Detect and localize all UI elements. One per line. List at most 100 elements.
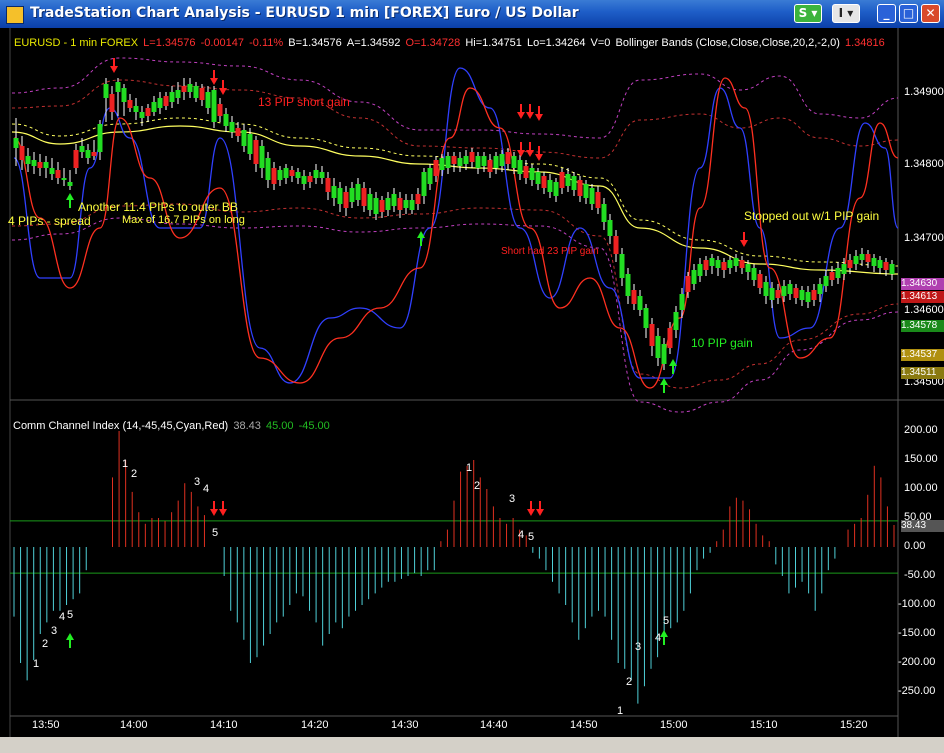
candle-body: [427, 168, 433, 184]
candle-body: [343, 192, 349, 208]
candle-body: [313, 170, 319, 178]
candle-body: [451, 156, 457, 164]
time-tick: 14:10: [210, 719, 238, 731]
annotation-max-long: Max of 16.7 PIPs on long: [122, 214, 245, 226]
high-price: Hi=1.34751: [465, 37, 522, 49]
candle-body: [325, 178, 331, 192]
wave-label: 3: [51, 625, 58, 637]
sell-arrow-head: [210, 509, 218, 516]
wave-label: 4: [59, 611, 66, 623]
cci-upper-level: 45.00: [265, 420, 294, 432]
candle-body: [445, 156, 451, 168]
sell-arrow-head: [527, 509, 535, 516]
sell-arrow-head: [219, 88, 227, 95]
wave-label: 5: [67, 609, 74, 621]
candle-body: [781, 286, 787, 296]
wave-label: 3: [194, 476, 201, 488]
candle-body: [67, 182, 73, 186]
annotation-13pip-short: 13 PIP short gain: [258, 95, 350, 109]
buy-arrow-head: [66, 193, 74, 200]
candle-body: [469, 152, 475, 162]
candle-body: [289, 170, 295, 176]
wave-label: 5: [663, 615, 670, 627]
bb-outer-lower: [11, 217, 899, 413]
candle-body: [787, 284, 793, 294]
candle-body: [661, 344, 667, 364]
candle-body: [349, 188, 355, 202]
candle-body: [727, 260, 733, 268]
candle-body: [697, 264, 703, 276]
minimize-button[interactable]: _: [877, 4, 896, 23]
sell-arrow-head: [219, 509, 227, 516]
candle-body: [673, 312, 679, 330]
time-tick: 14:30: [391, 719, 419, 731]
candle-body: [79, 146, 85, 152]
candle-body: [883, 262, 889, 270]
candle-body: [421, 172, 427, 196]
status-bar: [0, 737, 944, 753]
chart-canvas[interactable]: [0, 28, 944, 753]
candle-body: [25, 156, 31, 164]
window-title: TradeStation Chart Analysis - EURUSD 1 m…: [30, 5, 579, 21]
candle-body: [529, 168, 535, 180]
candle-body: [19, 146, 25, 160]
candle-body: [295, 172, 301, 178]
chart-area[interactable]: EURUSD - 1 min FOREX L=1.34576 -0.00147 …: [0, 28, 944, 753]
candle-body: [841, 264, 847, 274]
candle-body: [265, 158, 271, 180]
candle-body: [145, 108, 151, 116]
candle-body: [37, 162, 43, 168]
ask-price: A=1.34592: [346, 37, 401, 49]
title-bar: TradeStation Chart Analysis - EURUSD 1 m…: [0, 0, 944, 28]
candle-body: [133, 106, 139, 112]
candle-body: [757, 274, 763, 288]
candle-body: [601, 204, 607, 222]
low-price: Lo=1.34264: [527, 37, 586, 49]
wave-label: 3: [509, 493, 516, 505]
candle-body: [61, 178, 67, 180]
candle-body: [379, 200, 385, 212]
cci-tick: 150.00: [904, 453, 938, 465]
price-tick: 1.34700: [904, 232, 944, 244]
sell-arrow-head: [517, 150, 525, 157]
strategy-button[interactable]: S ▾: [794, 4, 822, 23]
time-tick: 15:00: [660, 719, 688, 731]
candle-body: [373, 198, 379, 214]
wave-label: 2: [42, 638, 49, 650]
candle-body: [733, 258, 739, 266]
annotation-stopped-out: Stopped out w/1 PIP gain: [744, 209, 880, 223]
candle-body: [319, 172, 325, 178]
candle-body: [655, 336, 661, 358]
candle-body: [865, 254, 871, 262]
candle-body: [559, 172, 565, 188]
buy-arrow-head: [66, 633, 74, 640]
candle-body: [775, 290, 781, 298]
annotation-short-23pip: Short had 23 PIP gain: [501, 246, 599, 257]
candle-body: [247, 134, 253, 154]
candle-body: [109, 94, 115, 112]
candle-body: [835, 268, 841, 278]
cci-tick: -150.00: [898, 627, 936, 639]
cci-tick: -200.00: [898, 656, 936, 668]
cci-value: 38.43: [233, 420, 261, 432]
candle-body: [13, 138, 19, 148]
buy-arrow-head: [660, 378, 668, 385]
wave-label: 1: [466, 462, 473, 474]
candle-body: [703, 260, 709, 270]
indicator-button[interactable]: I ▾: [832, 4, 860, 23]
time-tick: 14:00: [120, 719, 148, 731]
candle-body: [517, 160, 523, 174]
candle-body: [499, 154, 505, 166]
cci-tick: -250.00: [898, 685, 936, 697]
candle-body: [523, 166, 529, 178]
cci-name: Comm Channel Index (14,-45,45,Cyan,Red): [13, 420, 229, 432]
maximize-button[interactable]: □: [899, 4, 918, 23]
candle-body: [55, 170, 61, 178]
candle-body: [229, 122, 235, 132]
candle-body: [175, 90, 181, 98]
candle-body: [181, 86, 187, 92]
close-button[interactable]: ✕: [921, 4, 940, 23]
candle-body: [583, 184, 589, 198]
candle-body: [457, 158, 463, 166]
candle-body: [823, 276, 829, 286]
